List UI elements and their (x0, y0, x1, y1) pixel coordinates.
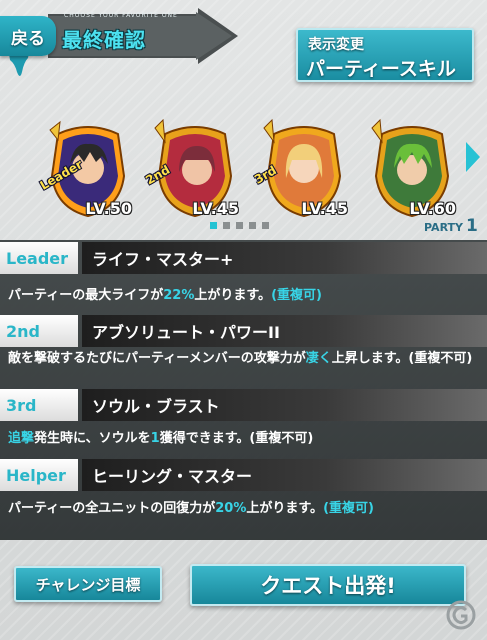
party-pager (210, 222, 269, 229)
challenge-goals-button[interactable]: チャレンジ目標 (14, 566, 162, 602)
unit-level: LV.45 (192, 199, 239, 218)
watermark-logo-icon (446, 600, 476, 630)
description-text: パーティーの最大ライフが (8, 288, 164, 303)
display-change-mode: パーティースキル (306, 58, 456, 80)
skill-header-leader: Leader ライフ・マスター+ (0, 242, 487, 274)
display-change-button[interactable]: 表示変更 パーティースキル (296, 28, 474, 82)
highlight-text: (重複可) (271, 288, 322, 303)
highlight-text: 1 (150, 431, 160, 446)
pager-dot[interactable] (262, 222, 269, 229)
description-text: 上がります。 (194, 288, 272, 303)
highlight-text: 22% (163, 288, 195, 303)
skill-tag: Leader (0, 242, 78, 274)
description-text: 発生時に、ソウルを (34, 431, 151, 446)
skill-header-2nd: 2nd アブソリュート・パワーII (0, 315, 487, 347)
party-unit-leader[interactable]: Leader LV.50 (38, 116, 138, 224)
skill-tag: 3rd (0, 389, 78, 421)
party-unit-2nd[interactable]: 2nd LV.45 (143, 116, 245, 224)
skill-tag: Helper (0, 459, 78, 491)
page-title: 最終確認 (62, 28, 146, 52)
unit-level: LV.45 (301, 199, 348, 218)
skill-tag: 2nd (0, 315, 78, 347)
unit-level: LV.50 (85, 199, 132, 218)
description-text: 敵を撃破するたびにパーティーメンバーの攻撃力が (8, 351, 306, 366)
party-number: 1 (466, 216, 478, 236)
quest-start-button[interactable]: クエスト出発! (190, 564, 466, 606)
highlight-text: 20% (215, 501, 247, 516)
display-change-label: 表示変更 (308, 37, 364, 53)
pager-dot[interactable] (249, 222, 256, 229)
description-text: 上昇します。(重複不可) (331, 351, 473, 366)
skill-name: ライフ・マスター+ (82, 242, 487, 274)
skill-name: ヒーリング・マスター (82, 459, 487, 491)
skill-header-3rd: 3rd ソウル・ブラスト (0, 389, 487, 421)
next-party-arrow-icon[interactable] (466, 142, 480, 172)
party-unit-3rd[interactable]: 3rd LV.45 (252, 116, 354, 224)
party-unit-helper[interactable]: LV.60 (362, 116, 462, 224)
pager-dot[interactable] (210, 222, 217, 229)
description-text: 獲得できます。(重複不可) (159, 431, 314, 446)
pager-dot[interactable] (236, 222, 243, 229)
skill-description: 敵を撃破するたびにパーティーメンバーの攻撃力が凄く上昇します。(重複不可) (8, 349, 480, 369)
skill-name: ソウル・ブラスト (82, 389, 487, 421)
back-button-label: 戻る (11, 28, 45, 49)
back-button[interactable]: 戻る (0, 16, 56, 56)
party-indicator: PARTY 1 (424, 216, 478, 236)
party-label: PARTY (424, 221, 464, 234)
title-subtitle: CHOOSE YOUR FAVORITE ONE (64, 12, 178, 19)
quest-start-label: クエスト出発! (260, 574, 396, 598)
highlight-text: 追撃 (8, 431, 35, 446)
skill-description: 追撃発生時に、ソウルを1獲得できます。(重複不可) (8, 429, 480, 449)
skill-description: パーティーの全ユニットの回復力が20%上がります。(重複可) (8, 499, 480, 519)
description-text: パーティーの全ユニットの回復力が (8, 501, 216, 516)
highlight-text: (重複可) (323, 501, 374, 516)
highlight-text: 凄く (305, 351, 332, 366)
challenge-goals-label: チャレンジ目標 (35, 575, 141, 594)
skill-name: アブソリュート・パワーII (82, 315, 487, 347)
pager-dot[interactable] (223, 222, 230, 229)
description-text: 上がります。 (246, 501, 324, 516)
skill-description: パーティーの最大ライフが22%上がります。(重複可) (8, 286, 480, 306)
skill-header-helper: Helper ヒーリング・マスター (0, 459, 487, 491)
